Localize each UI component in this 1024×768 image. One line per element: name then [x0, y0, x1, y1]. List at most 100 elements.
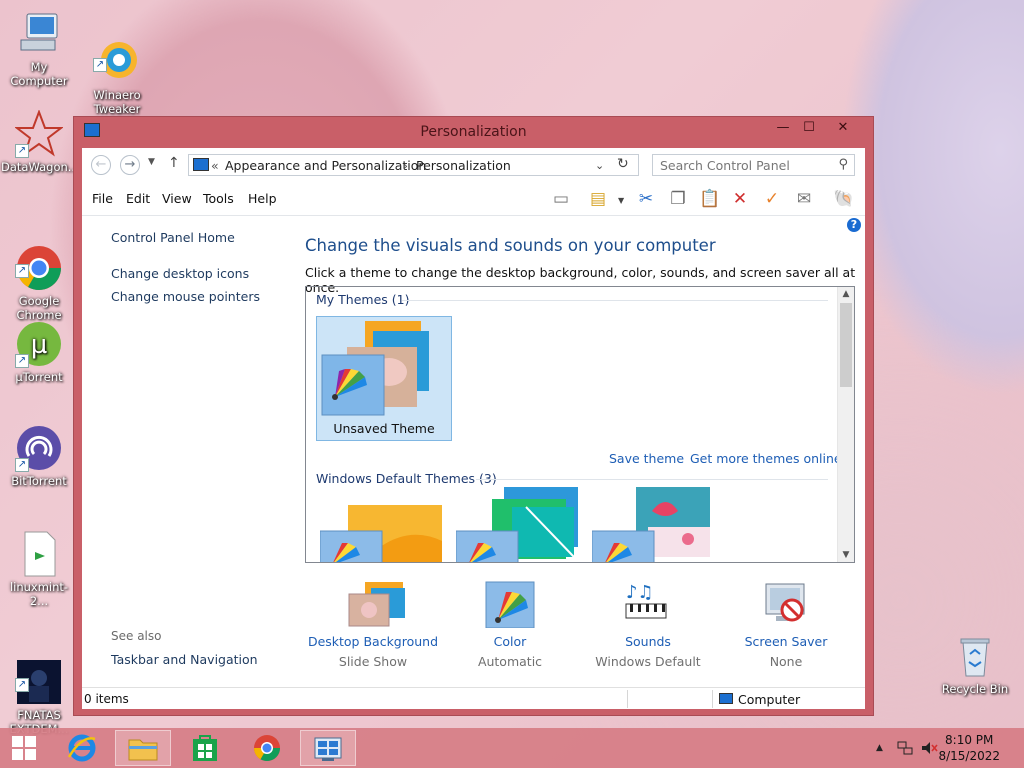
folder-icon [128, 739, 158, 761]
chrome-icon: ↗ [15, 230, 63, 290]
taskbar-store[interactable] [177, 730, 233, 766]
recycle-bin-icon [951, 632, 999, 680]
color-setting[interactable]: Color Automatic [440, 580, 580, 669]
delete-icon[interactable]: ✕ [728, 188, 752, 210]
desktop-background-title[interactable]: Desktop Background [303, 634, 443, 649]
chevron-down-icon[interactable]: ▼ [618, 196, 624, 205]
status-divider [627, 690, 628, 708]
cut-icon[interactable]: ✂ [634, 188, 658, 210]
status-item-count: 0 items [84, 692, 129, 706]
breadcrumb-personalization[interactable]: Personalization [416, 158, 511, 173]
menu-edit[interactable]: Edit [126, 191, 150, 206]
save-theme-link[interactable]: Save theme [609, 451, 684, 466]
scroll-down-icon[interactable]: ▼ [838, 550, 854, 560]
menu-tools[interactable]: Tools [203, 191, 234, 206]
scrollbar-thumb[interactable] [840, 303, 852, 387]
control-panel-icon [314, 737, 342, 761]
checkmark-icon[interactable]: ✓ [760, 188, 784, 210]
taskbar-clock[interactable]: 8:10 PM 8/15/2022 [938, 732, 1000, 764]
theme-preview-icon [455, 487, 578, 562]
minimize-button[interactable]: — [769, 119, 797, 137]
desktop-icon-label: Winaero Tweaker [93, 88, 141, 116]
address-bar[interactable]: « Appearance and Personalization › Perso… [188, 154, 639, 176]
address-dropdown-icon[interactable]: ⌄ [595, 159, 604, 172]
sounds-title[interactable]: Sounds [578, 634, 718, 649]
address-overflow[interactable]: « [211, 158, 219, 173]
desktop-icon-recycle-bin[interactable]: Recycle Bin [937, 632, 1013, 696]
group-divider [402, 300, 828, 301]
clock-date: 8/15/2022 [938, 749, 1000, 763]
desktop-icon-label: linuxmint-2... [9, 580, 69, 608]
shell-icon[interactable]: 🐚 [832, 188, 856, 210]
help-icon[interactable]: ? [847, 218, 861, 232]
start-button[interactable] [0, 730, 48, 766]
theme-windows[interactable] [319, 501, 450, 562]
svg-text:♪♫: ♪♫ [626, 582, 654, 603]
link-control-panel-home[interactable]: Control Panel Home [111, 230, 235, 245]
copy-icon[interactable]: ❐ [666, 188, 690, 210]
menu-help[interactable]: Help [248, 191, 277, 206]
search-icon[interactable]: ⚲ [838, 157, 848, 172]
scroll-up-icon[interactable]: ▲ [838, 289, 854, 299]
up-button[interactable]: ↑ [168, 155, 180, 171]
theme-preview-icon [591, 487, 710, 562]
datawagon-icon: ↗ [14, 109, 64, 158]
desktop-icon-winaero[interactable]: ↗ Winaero Tweaker [79, 10, 155, 130]
color-value: Automatic [477, 654, 543, 669]
layout-icon[interactable]: ▭ [549, 188, 573, 210]
get-more-themes-link[interactable]: Get more themes online [690, 451, 842, 466]
desktop-icon-my-computer[interactable]: My Computer [1, 10, 77, 88]
color-title[interactable]: Color [440, 634, 580, 649]
screen-saver-setting[interactable]: Screen Saver None [716, 580, 856, 669]
title-bar[interactable]: Personalization — ☐ ✕ [74, 117, 873, 147]
desktop-icon-bittorrent[interactable]: ↗ BitTorrent [1, 424, 77, 488]
network-icon[interactable] [896, 740, 914, 759]
back-button[interactable]: ← [91, 155, 111, 175]
volume-muted-icon[interactable] [920, 740, 938, 759]
menu-view[interactable]: View [162, 191, 192, 206]
recent-pages-dropdown[interactable]: ▼ [148, 157, 155, 167]
taskbar: ▲ 8:10 PM 8/15/2022 [0, 728, 1024, 768]
window-client: ← → ▼ ↑ « Appearance and Personalization… [82, 148, 865, 709]
folder-options-icon[interactable]: ▤ [586, 188, 610, 210]
paste-icon[interactable]: 📋 [698, 188, 722, 210]
utorrent-icon: µ ↗ [15, 320, 63, 368]
screen-saver-title[interactable]: Screen Saver [716, 634, 856, 649]
link-change-desktop-icons[interactable]: Change desktop icons [111, 266, 249, 281]
maximize-button[interactable]: ☐ [795, 119, 823, 137]
desktop-icon-label: µTorrent [15, 370, 63, 384]
theme-lines-colors[interactable] [455, 487, 586, 562]
desktop-icon-linuxmint[interactable]: linuxmint-2... [1, 530, 77, 608]
windows-logo-icon [12, 736, 36, 760]
theme-preview-icon [319, 505, 442, 562]
screen-saver-icon [760, 580, 812, 628]
email-icon[interactable]: ✉ [792, 188, 816, 210]
taskbar-internet-explorer[interactable] [54, 730, 110, 766]
theme-preview-icon [321, 321, 429, 416]
sounds-setting[interactable]: ♪♫ Sounds Windows Default [578, 580, 718, 669]
themes-list[interactable]: My Themes (1) Unsaved Theme Save theme G… [305, 286, 855, 563]
search-input[interactable]: Search Control Panel ⚲ [652, 154, 855, 176]
refresh-icon[interactable]: ↻ [617, 156, 629, 172]
close-button[interactable]: ✕ [829, 119, 857, 137]
theme-unsaved[interactable]: Unsaved Theme [316, 316, 452, 441]
link-change-mouse-pointers[interactable]: Change mouse pointers [111, 289, 260, 304]
theme-flowers[interactable] [591, 487, 722, 562]
desktop-icon-utorrent[interactable]: µ ↗ µTorrent [1, 320, 77, 384]
search-placeholder: Search Control Panel [660, 158, 790, 173]
desktop-icon-chrome[interactable]: ↗ Google Chrome [1, 216, 77, 336]
link-taskbar-navigation[interactable]: Taskbar and Navigation [111, 652, 258, 667]
taskbar-file-explorer[interactable] [115, 730, 171, 766]
taskbar-chrome[interactable] [239, 730, 295, 766]
taskbar-control-panel[interactable] [300, 730, 356, 766]
menu-file[interactable]: File [92, 191, 113, 206]
themes-scrollbar[interactable]: ▲ ▼ [837, 287, 854, 562]
show-hidden-icons-button[interactable]: ▲ [876, 743, 883, 753]
screen-saver-value: None [769, 654, 803, 669]
desktop-icon-datawagon[interactable]: ↗ DataWagon... [1, 109, 79, 174]
desktop-icon-label: My Computer [10, 60, 68, 88]
desktop-background-setting[interactable]: Desktop Background Slide Show [303, 580, 443, 669]
forward-button[interactable]: → [120, 155, 140, 175]
breadcrumb-appearance[interactable]: Appearance and Personalization [225, 158, 426, 173]
status-location: Computer [738, 692, 801, 707]
